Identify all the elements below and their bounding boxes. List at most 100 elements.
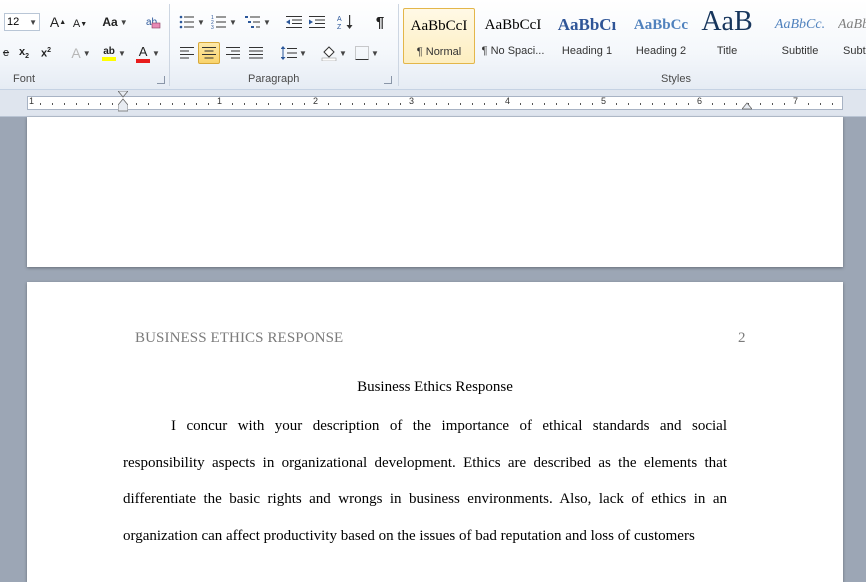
style-name: Heading 1 [561, 45, 613, 57]
ruler-tick [400, 103, 401, 105]
font-color-button[interactable]: A ▼ [134, 43, 162, 63]
ruler-tick [460, 103, 461, 105]
style-heading-2[interactable]: AaBbCc Heading 2 [625, 8, 697, 64]
ribbon: 12 ▼ A ▲ A ▼ Aa ▼ ab e x2 x2 A ▼ ab ▼ A ▼ Font… [0, 0, 866, 90]
ruler-tick [640, 103, 641, 105]
ruler-tick [736, 103, 737, 105]
ruler-tick [136, 103, 137, 105]
style-sample: AaBbCc [633, 17, 689, 33]
document-body[interactable]: I concur with your description of the im… [123, 408, 727, 554]
style-subtitle[interactable]: AaBbCc. Subtitle [764, 8, 836, 64]
line-spacing-button[interactable]: ▼ [280, 43, 308, 63]
style-normal[interactable]: AaBbCcI ¶ Normal [403, 8, 475, 64]
ruler-tick [544, 103, 545, 105]
text-effects-icon: A [71, 45, 81, 61]
chevron-down-icon[interactable]: ▼ [29, 18, 37, 27]
ruler-tick [232, 103, 233, 105]
clear-formatting-button[interactable]: ab [143, 12, 163, 32]
ruler-tick [436, 103, 437, 105]
grow-font-button[interactable]: A ▲ [48, 12, 68, 32]
style-name: Subtitle [781, 45, 819, 57]
style-name: Heading 2 [635, 45, 687, 57]
justify-button[interactable] [246, 43, 266, 63]
paint-bucket-icon [321, 46, 337, 61]
page-2[interactable]: BUSINESS ETHICS RESPONSE 2 Business Ethi… [27, 282, 843, 582]
decrease-indent-button[interactable] [284, 12, 304, 32]
ruler-bar: 1 1 2 3 4 5 6 7 [0, 90, 866, 117]
align-center-button[interactable] [198, 42, 220, 64]
group-separator [398, 4, 399, 86]
page-number: 2 [738, 330, 746, 346]
strikethrough-button[interactable]: e [0, 43, 12, 63]
styles-group-label: Styles [661, 73, 691, 85]
ruler-tick [184, 103, 185, 105]
body-paragraph: I concur with your description of the im… [123, 418, 727, 544]
superscript-button[interactable]: x2 [37, 43, 55, 63]
highlight-button[interactable]: ab ▼ [99, 43, 129, 63]
ruler-tick [580, 103, 581, 105]
ruler-tick [160, 103, 161, 105]
change-case-button[interactable]: Aa ▼ [102, 12, 128, 32]
align-left-button[interactable] [177, 43, 197, 63]
style-no-spacing[interactable]: AaBbCcI ¶ No Spaci... [477, 8, 549, 64]
align-right-icon [226, 47, 240, 59]
ruler-tick [712, 103, 713, 105]
ruler-tick [568, 103, 569, 105]
style-name: ¶ No Spaci... [481, 45, 545, 57]
style-name: Subtl [843, 45, 866, 57]
decrease-indent-icon [286, 16, 302, 28]
ruler-tick [100, 103, 101, 105]
ruler-tick [172, 103, 173, 105]
subscript-button[interactable]: x2 [15, 43, 33, 63]
sort-button[interactable]: AZ [336, 12, 356, 32]
style-subtle-emphasis[interactable]: AaBbCcI Subtl [834, 8, 866, 64]
document-title: Business Ethics Response [357, 379, 513, 395]
style-heading-1[interactable]: AaBbCı Heading 1 [551, 8, 623, 64]
indent-marker-icon[interactable] [118, 91, 128, 117]
style-name: Title [716, 45, 738, 57]
bullets-button[interactable]: ▼ [178, 12, 206, 32]
ruler-number: 6 [697, 96, 703, 106]
shrink-font-icon: A [72, 18, 81, 30]
page-1[interactable] [27, 117, 843, 267]
align-left-icon [180, 47, 194, 59]
paragraph-dialog-launcher-icon[interactable] [384, 76, 392, 84]
font-group-label: Font [13, 73, 36, 85]
ruler-number: 2 [313, 96, 319, 106]
ruler-tick [64, 103, 65, 105]
ruler-tick [148, 103, 149, 105]
increase-indent-button[interactable] [307, 12, 327, 32]
ruler-tick [532, 103, 533, 105]
show-formatting-marks-button[interactable]: ¶ [370, 12, 390, 32]
multilevel-list-icon [245, 16, 261, 28]
svg-text:A: A [337, 16, 342, 23]
font-dialog-launcher-icon[interactable] [157, 76, 165, 84]
text-effects-button[interactable]: A ▼ [68, 43, 94, 63]
style-title[interactable]: AaB Title [691, 8, 763, 64]
ruler-tick [664, 103, 665, 105]
ruler-tick [328, 103, 329, 105]
borders-button[interactable]: ▼ [353, 43, 381, 63]
font-size-combo[interactable]: 12 ▼ [4, 13, 40, 31]
strikethrough-icon: e [2, 47, 10, 59]
numbering-button[interactable]: 1 2 3 ▼ [210, 12, 238, 32]
multilevel-list-button[interactable]: ▼ [244, 12, 272, 32]
ruler-tick [244, 103, 245, 105]
increase-indent-icon [309, 16, 325, 28]
shrink-font-button[interactable]: A ▼ [70, 14, 90, 34]
group-separator [169, 4, 170, 86]
justify-icon [249, 47, 263, 59]
ruler-tick [88, 103, 89, 105]
ruler-tick [280, 103, 281, 105]
ruler-tick [196, 103, 197, 105]
highlighter-icon: ab [102, 46, 117, 61]
right-indent-marker-icon[interactable] [742, 99, 752, 111]
ruler-tick [784, 103, 785, 105]
ruler-tick [772, 103, 773, 105]
ruler-tick [520, 103, 521, 105]
ruler-tick [676, 103, 677, 105]
align-right-button[interactable] [223, 43, 243, 63]
shading-button[interactable]: ▼ [320, 43, 348, 63]
ruler-tick [208, 103, 209, 105]
horizontal-ruler[interactable]: 1 1 2 3 4 5 6 7 [27, 91, 843, 112]
